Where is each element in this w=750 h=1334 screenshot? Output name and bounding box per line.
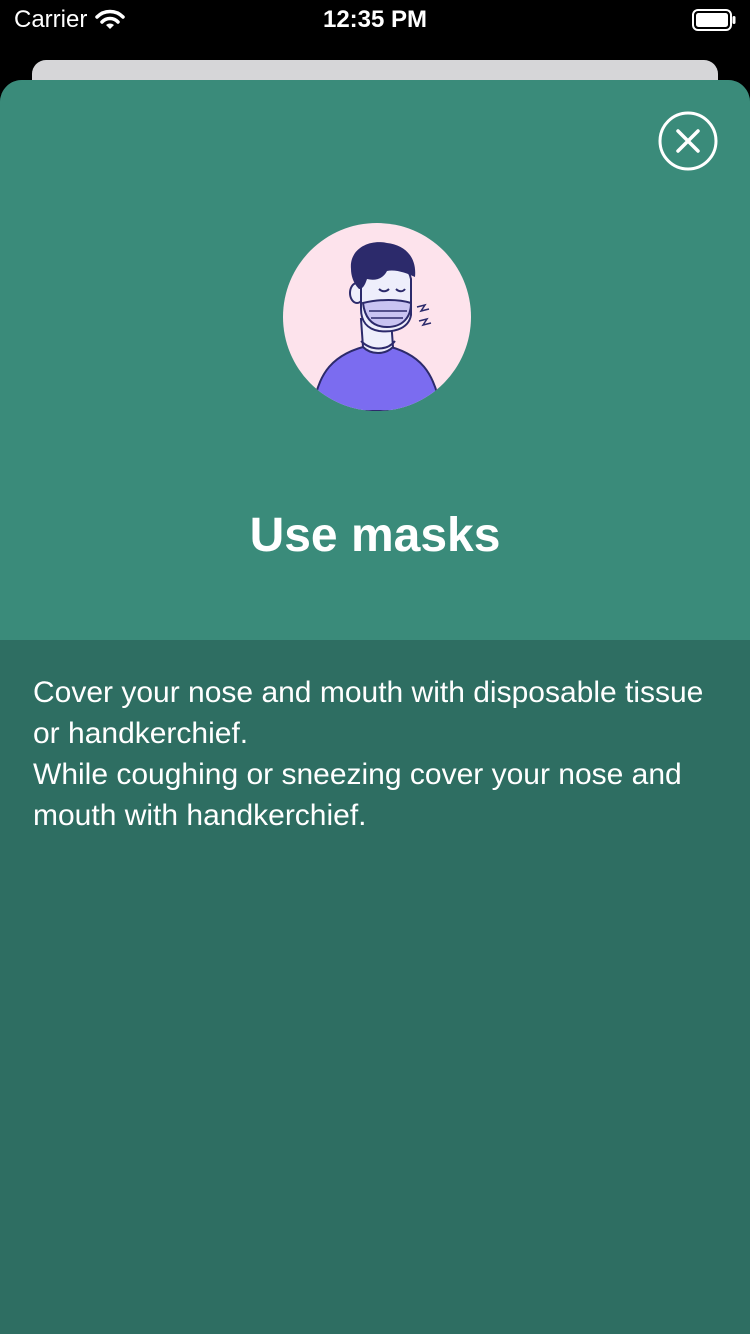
sheet-title: Use masks — [249, 509, 501, 562]
description-line: While coughing or sneezing cover your no… — [33, 758, 682, 832]
status-bar: Carrier 12:35 PM — [0, 0, 750, 40]
description-line: Cover your nose and mouth with disposabl… — [33, 676, 704, 750]
info-sheet: Use masks Cover your nose and mouth with… — [0, 80, 750, 1334]
battery-icon — [692, 9, 736, 31]
close-circle-icon[interactable] — [658, 111, 718, 171]
status-time: 12:35 PM — [322, 6, 428, 33]
sheet-header: Use masks — [0, 80, 750, 640]
person-wearing-mask-illustration — [283, 223, 471, 411]
sheet-description: Cover your nose and mouth with disposabl… — [33, 672, 723, 836]
